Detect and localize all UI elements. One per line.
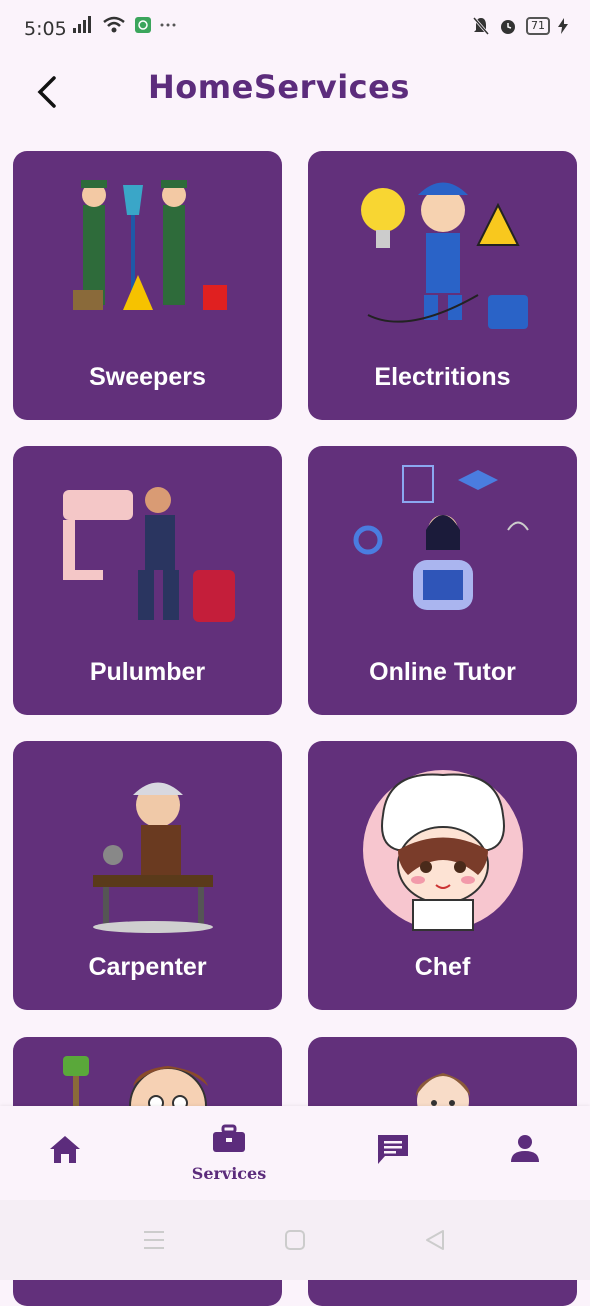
status-icons-right: 71: [472, 16, 568, 36]
nav-services[interactable]: Services: [174, 1106, 284, 1200]
chat-icon: [378, 1135, 408, 1164]
plumber-illustration: [63, 487, 235, 622]
carpenter-illustration: [93, 782, 213, 933]
app-header: HomeServices: [0, 60, 590, 130]
service-card-sweepers[interactable]: Sweepers: [13, 151, 282, 420]
charging-icon: [558, 18, 568, 34]
service-label: Chef: [414, 953, 471, 981]
app-notification-icon: [135, 17, 151, 33]
nav-home[interactable]: [10, 1106, 120, 1200]
page-title: HomeServices: [148, 68, 410, 106]
service-label: Sweepers: [89, 363, 206, 391]
service-label: Carpenter: [88, 953, 207, 981]
sweepers-illustration: [73, 180, 227, 310]
back-triangle-icon[interactable]: [424, 1228, 446, 1252]
service-label: Electritions: [374, 363, 511, 391]
more-icon: [160, 23, 176, 27]
service-label: Online Tutor: [369, 658, 516, 686]
system-nav-bar: [0, 1200, 590, 1280]
nav-profile[interactable]: [470, 1106, 580, 1200]
chevron-left-icon: [37, 76, 56, 108]
person-icon: [511, 1135, 539, 1162]
menu-icon[interactable]: [143, 1228, 165, 1252]
service-card-chef[interactable]: Chef: [308, 741, 577, 1010]
bottom-nav: Services: [0, 1106, 590, 1200]
status-icons-left: [72, 16, 176, 34]
home-square-icon[interactable]: [285, 1228, 305, 1252]
nav-messages[interactable]: [338, 1106, 448, 1200]
service-card-online-tutor[interactable]: Online Tutor: [308, 446, 577, 715]
alarm-icon: [501, 20, 515, 34]
status-time: 5:05: [24, 18, 67, 40]
service-label: Pulumber: [89, 658, 206, 686]
briefcase-icon: [213, 1124, 245, 1152]
service-card-carpenter[interactable]: Carpenter: [13, 741, 282, 1010]
back-button[interactable]: [30, 72, 64, 112]
service-card-electritions[interactable]: Electritions: [308, 151, 577, 420]
battery-indicator: 71: [526, 17, 550, 35]
signal-icon: [73, 16, 91, 33]
home-icon: [50, 1136, 80, 1163]
nav-label-services: Services: [191, 1164, 267, 1183]
wifi-icon: [103, 16, 125, 33]
mute-icon: [472, 17, 490, 35]
tutor-illustration: [353, 465, 529, 610]
chef-illustration: [363, 770, 523, 931]
status-bar: 5:05 71: [0, 0, 590, 60]
electrician-illustration: [361, 182, 528, 329]
service-card-pulumber[interactable]: Pulumber: [13, 446, 282, 715]
